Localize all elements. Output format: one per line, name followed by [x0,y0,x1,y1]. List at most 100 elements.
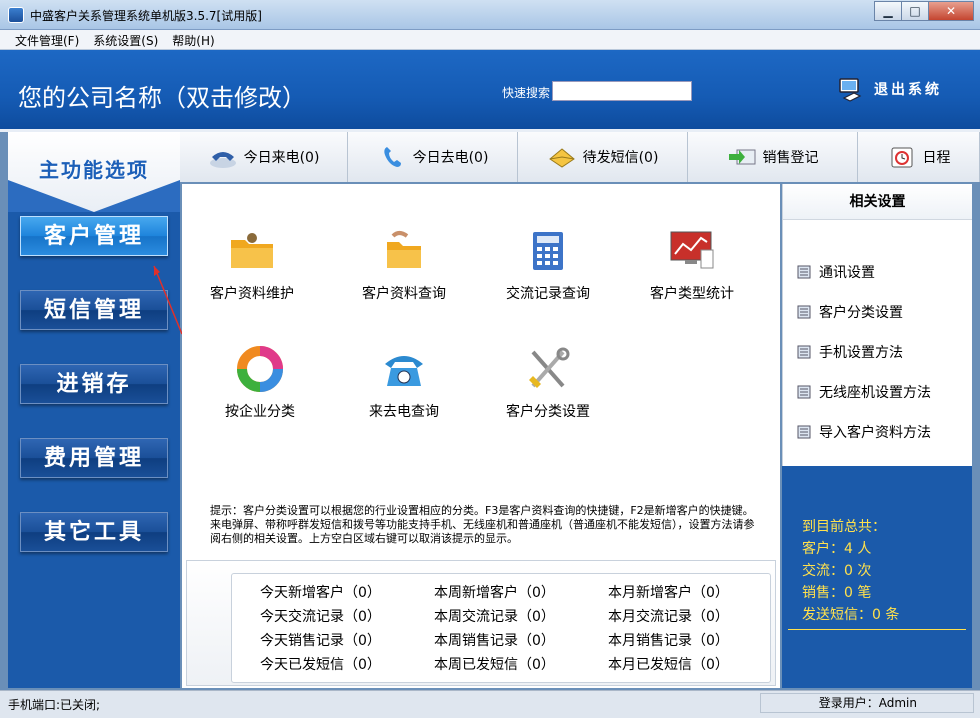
menu-file[interactable]: 文件管理(F) [8,30,86,49]
stat-month-comm: 本月交流记录（0） [608,609,729,625]
menu-settings[interactable]: 系统设置(S) [86,30,165,49]
telephone-icon [385,356,423,386]
maximize-button[interactable]: □ [901,1,929,21]
setting-wireless-phone[interactable]: 无线座机设置方法 [797,382,931,402]
calendar-clock-icon [891,147,912,168]
func-label: 客户分类设置 [506,404,590,420]
sidebar-item-tools[interactable]: 其它工具 [20,512,168,552]
summary-box: 到目前总共： 客户：4 人 交流：0 次 销售：0 笔 发送短信：0 条 [788,506,966,630]
phone-icon [209,152,236,168]
stat-week-sales: 本周销售记录（0） [434,633,555,649]
func-category-settings[interactable]: 客户分类设置 [478,346,618,421]
tab-label: 日程 [922,150,951,166]
calculator-icon [533,232,563,270]
sidebar: 主功能选项 客户管理 短信管理 进销存 费用管理 其它工具 [8,132,180,688]
summary-sms: 发送短信：0 条 [802,607,900,623]
func-label: 客户类型统计 [650,286,734,302]
color-ring-icon [237,346,283,392]
company-name[interactable]: 您的公司名称（双击修改） [18,78,306,113]
tab-label: 销售登记 [762,150,819,166]
sidebar-item-expense[interactable]: 费用管理 [20,438,168,478]
setting-label: 客户分类设置 [819,305,903,321]
func-label: 按企业分类 [225,404,295,420]
title-bar: 中盛客户关系管理系统单机版3.5.7[试用版] ▁ □ ✕ [0,0,980,30]
summary-sales: 销售：0 笔 [802,585,872,601]
func-label: 交流记录查询 [506,286,590,302]
exit-button[interactable]: 退出系统 [838,76,942,102]
func-customer-query[interactable]: 客户资料查询 [334,228,474,303]
menu-bar: 文件管理(F) 系统设置(S) 帮助(H) [0,30,980,50]
setting-customer-category[interactable]: 客户分类设置 [797,302,903,322]
stat-today-new: 今天新增客户（0） [260,585,381,601]
setting-import[interactable]: 导入客户资料方法 [797,422,931,442]
arrow-mail-icon [728,149,755,165]
stat-week-sms: 本周已发短信（0） [434,657,555,673]
summary-heading: 到目前总共： [802,519,886,535]
document-icon [797,425,811,439]
sidebar-title: 主功能选项 [39,158,149,182]
stat-month-sales: 本月销售记录（0） [608,633,729,649]
func-customer-maintain[interactable]: 客户资料维护 [182,228,322,303]
exit-label: 退出系统 [874,82,942,98]
setting-label: 手机设置方法 [819,345,903,361]
summary-panel: 到目前总共： 客户：4 人 交流：0 次 销售：0 笔 发送短信：0 条 [782,466,972,688]
envelope-icon [548,148,575,168]
setting-label: 导入客户资料方法 [819,425,931,441]
tab-label: 今日去电(0) [412,150,489,166]
stat-month-sms: 本月已发短信（0） [608,657,729,673]
stat-today-sales: 今天销售记录（0） [260,633,381,649]
stat-week-new: 本周新增客户（0） [434,585,555,601]
func-customer-type-stats[interactable]: 客户类型统计 [622,228,762,303]
tab-schedule[interactable]: 日程 [858,132,980,182]
func-call-query[interactable]: 来去电查询 [334,346,474,421]
document-icon [797,385,811,399]
setting-communication[interactable]: 通讯设置 [797,262,875,282]
close-button[interactable]: ✕ [928,1,974,21]
settings-panel: 相关设置 通讯设置 客户分类设置 手机设置方法 无线座机设置方法 导入客户资料方… [782,184,972,466]
func-label: 来去电查询 [369,404,439,420]
tools-icon [529,347,570,388]
sidebar-item-sms[interactable]: 短信管理 [20,290,168,330]
func-label: 客户资料查询 [362,286,446,302]
summary-customers: 客户：4 人 [802,541,872,557]
sidebar-header: 主功能选项 [8,132,180,212]
settings-title: 相关设置 [783,184,972,220]
sidebar-item-customer[interactable]: 客户管理 [20,216,168,256]
tab-sales-register[interactable]: 销售登记 [688,132,858,182]
tab-label: 待发短信(0) [582,150,659,166]
stat-week-comm: 本周交流记录（0） [434,609,555,625]
setting-mobile[interactable]: 手机设置方法 [797,342,903,362]
document-icon [797,305,811,319]
setting-label: 无线座机设置方法 [819,385,931,401]
summary-communications: 交流：0 次 [802,563,872,579]
header: 您的公司名称（双击修改） 快速搜索 退出系统 [0,50,980,132]
minimize-button[interactable]: ▁ [874,1,902,21]
document-icon [797,265,811,279]
func-by-company[interactable]: 按企业分类 [190,346,330,421]
status-user: 登录用户：Admin [760,693,974,713]
window-controls: ▁ □ ✕ [874,1,974,21]
sidebar-item-inventory[interactable]: 进销存 [20,364,168,404]
setting-label: 通讯设置 [819,265,875,281]
document-icon [797,345,811,359]
folder-search-icon [387,231,421,268]
stats-box: 今天新增客户（0） 本周新增客户（0） 本月新增客户（0） 今天交流记录（0） … [231,573,771,683]
search-input[interactable] [552,81,692,101]
tab-outgoing-calls[interactable]: 今日去电(0) [348,132,518,182]
stat-month-new: 本月新增客户（0） [608,585,729,601]
menu-help[interactable]: 帮助(H) [165,30,221,49]
search-label: 快速搜索 [502,86,551,100]
status-bar: 手机端口:已关闭; 登录用户：Admin [0,690,980,718]
annotation-arrow [153,265,183,335]
window-title: 中盛客户关系管理系统单机版3.5.7[试用版] [30,9,262,23]
main-panel: 客户资料维护 客户资料查询 交流记录查询 客户类型统计 按企业分类 来去电查询 … [182,184,780,688]
stat-today-comm: 今天交流记录（0） [260,609,381,625]
app-icon [8,7,24,23]
tab-incoming-calls[interactable]: 今日来电(0) [180,132,348,182]
folder-users-icon [231,233,273,268]
stats-panel: 今天新增客户（0） 本周新增客户（0） 本月新增客户（0） 今天交流记录（0） … [186,560,776,686]
func-communication-query[interactable]: 交流记录查询 [478,228,618,303]
hint-text: 提示：客户分类设置可以根据您的行业设置相应的分类。F3是客户资料查询的快捷键，F… [210,504,755,545]
tab-pending-sms[interactable]: 待发短信(0) [518,132,688,182]
tab-label: 今日来电(0) [243,150,320,166]
